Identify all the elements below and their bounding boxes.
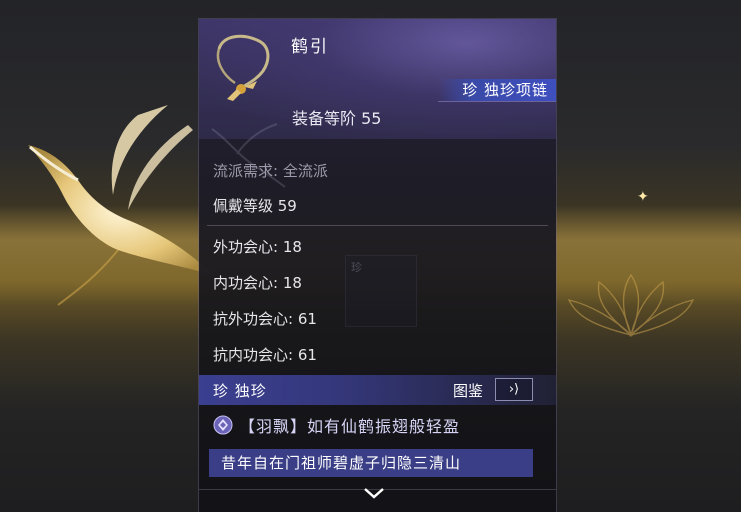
stat-outer-crit: 外功会心: 18 bbox=[213, 238, 302, 256]
divider bbox=[207, 225, 548, 226]
sparkle-icon: ✦ bbox=[637, 189, 649, 205]
stats-list: 外功会心: 18 内功会心: 18 抗外功会心: 61 抗内功会心: 61 bbox=[213, 237, 317, 381]
effect-text: 【羽飘】如有仙鹤振翅般轻盈 bbox=[239, 417, 461, 436]
school-requirement: 流派需求: 全流派 bbox=[213, 162, 328, 180]
unique-effect: 【羽飘】如有仙鹤振翅般轻盈 bbox=[213, 413, 460, 437]
slot-watermark: 珍 bbox=[351, 261, 362, 274]
lotus-ornament bbox=[567, 273, 695, 337]
wear-level: 佩戴等级 59 bbox=[213, 197, 297, 215]
unique-section-header: 珍 独珍 图鉴 ›⟩ bbox=[199, 375, 556, 405]
chevron-down-icon[interactable] bbox=[362, 485, 386, 501]
faint-item-slot: 珍 bbox=[345, 255, 417, 327]
lore-text: 昔年自在门祖师碧虚子归隐三清山 bbox=[209, 449, 533, 477]
crane-icon bbox=[28, 105, 213, 306]
unique-label: 珍 独珍 bbox=[213, 382, 267, 400]
necklace-icon bbox=[216, 34, 270, 101]
item-name: 鹤引 bbox=[291, 37, 329, 57]
gem-icon bbox=[213, 415, 233, 435]
collection-label: 图鉴 bbox=[453, 382, 484, 400]
gear-level: 装备等阶 55 bbox=[292, 109, 382, 128]
stat-inner-crit: 内功会心: 18 bbox=[213, 274, 302, 292]
stat-resist-outer-crit: 抗外功会心: 61 bbox=[213, 310, 317, 328]
rarity-ribbon: 珍 独珍项链 bbox=[438, 79, 556, 102]
collection-button[interactable]: ›⟩ bbox=[495, 378, 533, 401]
item-tooltip-panel: 鹤引 珍 独珍项链 装备等阶 55 流派需求: 全流派 佩戴等级 59 珍 外功… bbox=[199, 19, 556, 512]
